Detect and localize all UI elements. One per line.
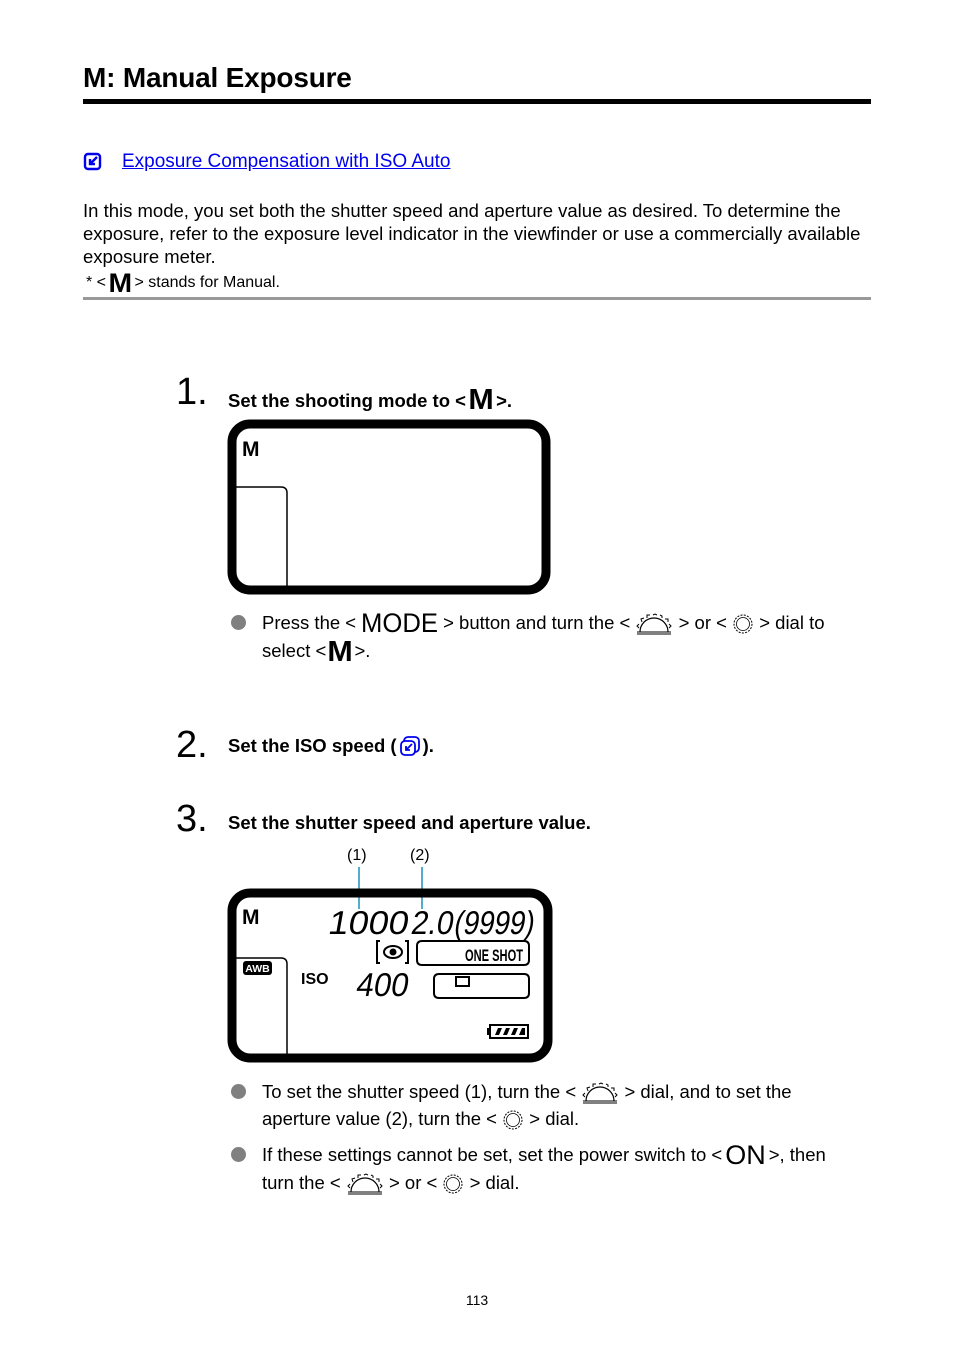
shutter-speed-value: 1000 — [326, 905, 412, 942]
aperture-value: 2.0 — [409, 905, 457, 942]
reference-link-icon[interactable] — [399, 735, 421, 757]
step-1-number: 1. — [176, 371, 208, 413]
reference-link-icon[interactable] — [83, 152, 103, 172]
step-2-title-suffix: ). — [422, 735, 434, 756]
bullet-icon — [231, 1147, 247, 1163]
text-part: > dial, and to set the — [624, 1081, 792, 1102]
mode-button-symbol: MODE — [361, 608, 439, 638]
manual-mode-symbol: M — [468, 384, 494, 416]
intro-paragraph: In this mode, you set both the shutter s… — [83, 200, 861, 267]
quick-control-dial-icon — [503, 1110, 523, 1130]
related-link-row[interactable]: Exposure Compensation with ISO Auto — [83, 151, 450, 173]
evaluative-metering-icon — [376, 940, 409, 964]
text-part: > dial. — [469, 1172, 520, 1193]
quick-control-dial-icon — [733, 614, 753, 634]
main-dial-icon — [582, 1082, 619, 1104]
note-prefix: * < — [86, 274, 107, 291]
text-part: > dial. — [529, 1108, 580, 1129]
step-3-number: 3. — [176, 798, 208, 840]
callout-1-label: (1) — [347, 847, 367, 864]
title-divider — [83, 99, 871, 104]
step-3-title: Set the shutter speed and aperture value… — [228, 812, 591, 833]
af-mode-label: ONE SHOT — [465, 946, 523, 965]
step-1-title-suffix: >. — [496, 389, 513, 411]
single-shooting-icon — [455, 976, 470, 987]
step-3-bullet-1-text: To set the shutter speed (1), turn the <… — [262, 1078, 862, 1132]
text-part: Press the < — [262, 612, 357, 633]
text-part: aperture value (2), turn the < — [262, 1108, 497, 1129]
main-dial-icon — [636, 613, 673, 635]
step-1-title-prefix: Set the shooting mode to < — [228, 389, 466, 411]
white-balance-label: AWB — [245, 963, 270, 975]
note-divider — [83, 297, 871, 300]
step-1-bullet-text: Press the < MODE > button and turn the < >… — [262, 608, 862, 668]
lcd-panel-settings: (1) (2) M 1000 2.0 (9999) ONE SHOT AWB I… — [227, 847, 553, 1063]
text-part: > button and turn the < — [443, 612, 631, 633]
page-number: 113 — [465, 1292, 489, 1308]
step-1-title: Set the shooting mode to < M >. — [228, 384, 512, 417]
lcd-mode-label: M — [242, 438, 260, 461]
step-3-bullet-2-text: If these settings cannot be set, set the… — [262, 1141, 862, 1196]
lcd-panel-blank: M — [227, 419, 551, 595]
lcd-shots-remaining: (9999) — [452, 905, 538, 942]
step-2-number: 2. — [176, 724, 208, 766]
bullet-icon — [231, 615, 247, 631]
lcd-aperture: 2.0 — [409, 905, 457, 942]
bullet-icon — [231, 1084, 247, 1100]
quick-control-dial-icon — [443, 1174, 463, 1194]
text-part: > or < — [678, 612, 727, 633]
step-2-title: Set the ISO speed ( ). — [228, 735, 434, 757]
step-2-title-prefix: Set the ISO speed ( — [228, 735, 397, 756]
battery-full-icon — [487, 1024, 529, 1039]
text-part: > or < — [388, 1172, 438, 1193]
main-dial-icon — [347, 1173, 383, 1195]
iso-value: 400 — [354, 967, 412, 1004]
lcd-mode-label: M — [242, 906, 260, 929]
note-suffix: > stands for Manual. — [134, 274, 280, 291]
manual-note: * < M > stands for Manual. — [86, 268, 280, 298]
page-title: M: Manual Exposure — [83, 62, 352, 93]
exposure-compensation-link[interactable]: Exposure Compensation with ISO Auto — [122, 151, 450, 173]
power-on-symbol: ON — [725, 1140, 766, 1170]
lcd-shutter-speed: 1000 — [326, 905, 412, 942]
text-part: turn the < — [262, 1172, 341, 1193]
text-part: If these settings cannot be set, set the… — [262, 1144, 723, 1165]
text-part: >. — [354, 640, 371, 661]
text-part: >, then — [768, 1144, 826, 1165]
manual-mode-symbol: M — [108, 268, 133, 298]
shots-remaining-value: (9999) — [452, 905, 538, 942]
manual-mode-symbol: M — [327, 636, 354, 668]
lcd-iso-value: 400 — [354, 967, 412, 1004]
callout-2-label: (2) — [410, 847, 430, 864]
text-part: To set the shutter speed (1), turn the < — [262, 1081, 577, 1102]
iso-label: ISO — [301, 971, 329, 988]
